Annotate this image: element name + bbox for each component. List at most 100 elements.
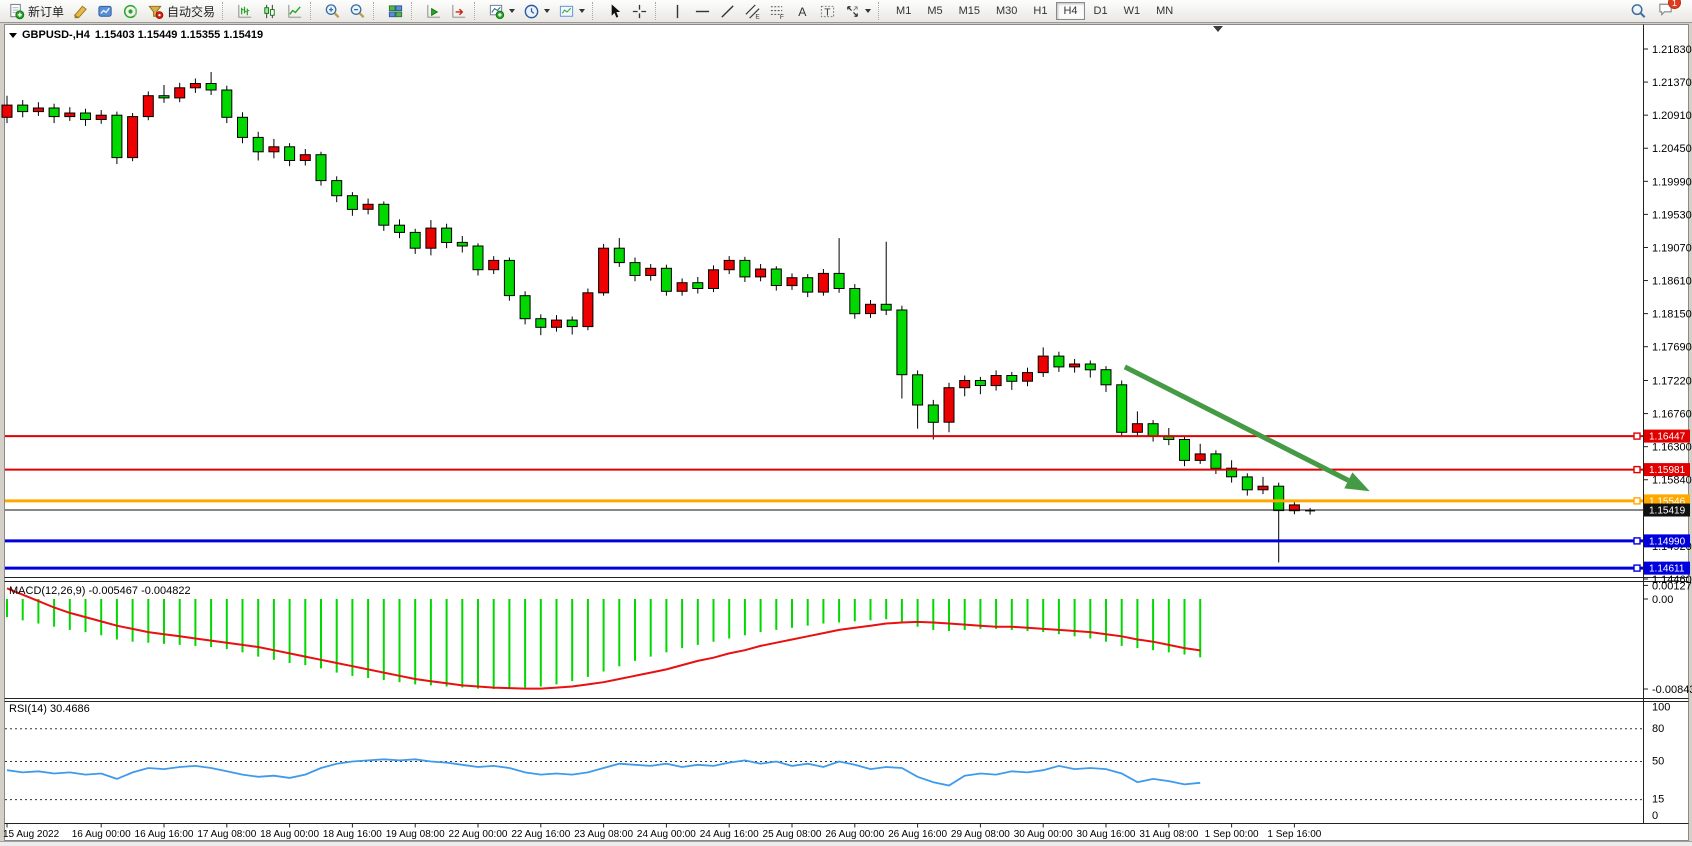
chevron-down-icon <box>544 9 550 13</box>
macd-indicator-label: MACD(12,26,9) -0.005467 -0.004822 <box>9 585 191 597</box>
svg-text:1.17690: 1.17690 <box>1652 342 1692 354</box>
line-handle[interactable] <box>1634 565 1640 571</box>
svg-text:18 Aug 16:00: 18 Aug 16:00 <box>323 829 382 840</box>
chart-canvas[interactable]: 1.218301.213701.209101.204501.199901.195… <box>0 0 1692 846</box>
text-label-button[interactable]: T <box>815 1 840 22</box>
svg-text:18 Aug 00:00: 18 Aug 00:00 <box>260 829 319 840</box>
svg-text:F: F <box>780 14 784 20</box>
arrows-tool-button[interactable] <box>840 1 875 22</box>
chart-ohlc-quotes: 1.15403 1.15449 1.15355 1.15419 <box>95 29 263 41</box>
svg-text:31 Aug 08:00: 31 Aug 08:00 <box>1139 829 1198 840</box>
rsi-indicator-label: RSI(14) 30.4686 <box>9 703 90 715</box>
text-icon: A <box>794 3 811 20</box>
horizontal-line-icon <box>694 3 711 20</box>
auto-scroll-icon <box>425 3 442 20</box>
chat-button[interactable]: 1 <box>1657 0 1674 22</box>
vertical-line-icon <box>669 3 686 20</box>
auto-scroll-button[interactable] <box>421 1 446 22</box>
tf-button-mn[interactable]: MN <box>1149 2 1180 20</box>
signal-icon <box>122 3 139 20</box>
clock-icon <box>523 3 540 20</box>
svg-text:1.15419: 1.15419 <box>1649 506 1686 517</box>
arrows-icon <box>844 3 861 20</box>
svg-text:30 Aug 00:00: 30 Aug 00:00 <box>1014 829 1073 840</box>
svg-text:1.20910: 1.20910 <box>1652 110 1692 122</box>
toolbar-separator <box>592 2 599 20</box>
cursor-button[interactable] <box>602 1 627 22</box>
equidistant-channel-icon: E <box>744 3 761 20</box>
toolbar-separator <box>878 2 885 20</box>
chevron-down-icon <box>509 9 515 13</box>
toolbar-separator <box>655 2 662 20</box>
candlestick-chart-button[interactable] <box>257 1 282 22</box>
svg-text:1.16760: 1.16760 <box>1652 409 1692 421</box>
svg-text:1.14611: 1.14611 <box>1649 564 1685 575</box>
svg-text:A: A <box>798 4 807 18</box>
chart-symbol-period: GBPUSD-,H4 <box>22 29 90 41</box>
horizontal-line-button[interactable] <box>690 1 715 22</box>
new-order-button[interactable]: 新订单 <box>4 1 68 22</box>
svg-text:0.00: 0.00 <box>1652 594 1673 606</box>
text-tool-button[interactable]: A <box>790 1 815 22</box>
svg-text:22 Aug 00:00: 22 Aug 00:00 <box>449 829 508 840</box>
svg-text:1.15981: 1.15981 <box>1649 465 1686 476</box>
chart-shift-button[interactable] <box>446 1 471 22</box>
vertical-line-button[interactable] <box>665 1 690 22</box>
search-icon[interactable] <box>1630 3 1647 20</box>
bar-chart-icon <box>236 3 253 20</box>
tf-button-m30[interactable]: M30 <box>989 2 1024 20</box>
svg-text:22 Aug 16:00: 22 Aug 16:00 <box>511 829 570 840</box>
line-chart-icon <box>286 3 303 20</box>
tf-button-h4[interactable]: H4 <box>1056 2 1084 20</box>
trendline-button[interactable] <box>715 1 740 22</box>
new-order-icon <box>8 3 25 20</box>
autotrading-button[interactable]: 自动交易 <box>143 1 219 22</box>
crosshair-button[interactable] <box>627 1 652 22</box>
svg-text:1 Sep 16:00: 1 Sep 16:00 <box>1267 829 1321 840</box>
chart-menu-triangle-icon[interactable] <box>9 33 17 38</box>
line-handle[interactable] <box>1634 467 1640 473</box>
svg-text:1 Sep 00:00: 1 Sep 00:00 <box>1205 829 1259 840</box>
line-handle[interactable] <box>1634 433 1640 439</box>
line-chart-button[interactable] <box>282 1 307 22</box>
svg-text:1.21830: 1.21830 <box>1652 44 1692 56</box>
svg-text:24 Aug 00:00: 24 Aug 00:00 <box>637 829 696 840</box>
svg-text:26 Aug 00:00: 26 Aug 00:00 <box>825 829 884 840</box>
equidistant-channel-button[interactable]: E <box>740 1 765 22</box>
periods-button[interactable] <box>519 1 554 22</box>
crayon-button[interactable] <box>68 1 93 22</box>
svg-text:25 Aug 08:00: 25 Aug 08:00 <box>763 829 822 840</box>
crayon-icon <box>72 3 89 20</box>
svg-text:1.16300: 1.16300 <box>1652 442 1692 454</box>
template-icon <box>558 3 575 20</box>
svg-text:16 Aug 00:00: 16 Aug 00:00 <box>72 829 131 840</box>
status-bar <box>0 841 1692 846</box>
svg-text:15 Aug 2022: 15 Aug 2022 <box>3 829 60 840</box>
new-order-label: 新订单 <box>28 3 64 20</box>
tile-windows-button[interactable] <box>383 1 408 22</box>
svg-text:50: 50 <box>1652 756 1664 768</box>
svg-text:1.19530: 1.19530 <box>1652 209 1692 221</box>
svg-text:0: 0 <box>1652 810 1658 822</box>
profiles-button[interactable] <box>93 1 118 22</box>
svg-text:1.19990: 1.19990 <box>1652 176 1692 188</box>
signal-button[interactable] <box>118 1 143 22</box>
tf-button-h1[interactable]: H1 <box>1026 2 1054 20</box>
chart-title: GBPUSD-,H4 1.15403 1.15449 1.15355 1.154… <box>9 29 263 41</box>
zoom-out-button[interactable] <box>345 1 370 22</box>
tf-button-m5[interactable]: M5 <box>920 2 949 20</box>
tf-button-m15[interactable]: M15 <box>952 2 987 20</box>
line-handle[interactable] <box>1634 498 1640 504</box>
tf-button-w1[interactable]: W1 <box>1117 2 1148 20</box>
indicators-button[interactable] <box>484 1 519 22</box>
line-handle[interactable] <box>1634 538 1640 544</box>
tf-button-d1[interactable]: D1 <box>1087 2 1115 20</box>
toolbar-separator <box>474 2 481 20</box>
templates-button[interactable] <box>554 1 589 22</box>
svg-text:26 Aug 16:00: 26 Aug 16:00 <box>888 829 947 840</box>
bar-chart-button[interactable] <box>232 1 257 22</box>
zoom-in-button[interactable] <box>320 1 345 22</box>
tf-button-m1[interactable]: M1 <box>889 2 918 20</box>
toolbar: 新订单 自动交易 <box>0 0 1692 23</box>
fibonacci-button[interactable]: F <box>765 1 790 22</box>
